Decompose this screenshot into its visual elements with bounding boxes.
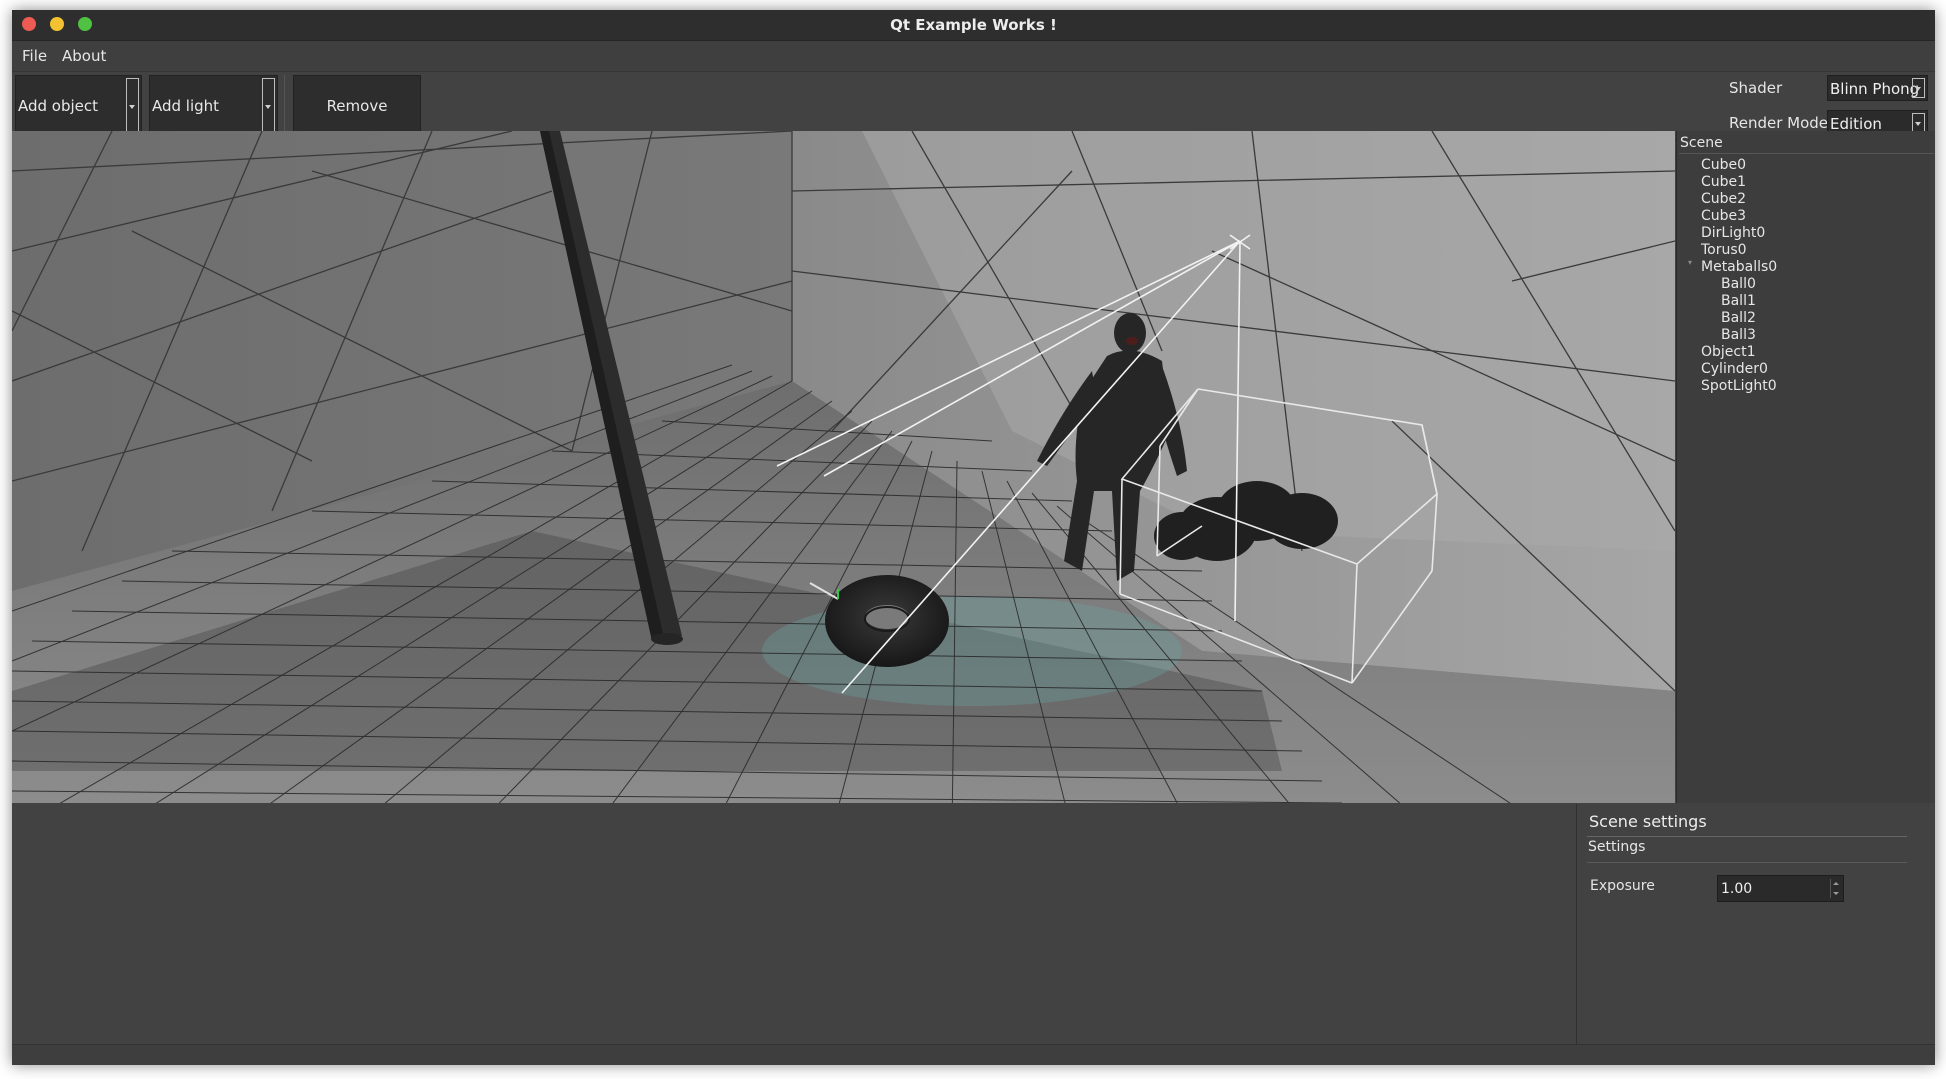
exposure-value: 1.00 [1721,881,1753,897]
settings-section-label: Settings [1588,839,1646,855]
scene-settings-panel: Scene settings Settings Exposure 1.00 [1576,804,1935,1044]
shader-dropdown-arrow-icon[interactable] [1912,78,1925,98]
scene-tree-item[interactable]: Torus0 [1701,242,1747,258]
window-title: Qt Example Works ! [890,16,1057,34]
add-light-dropdown-arrow-icon[interactable] [262,78,275,134]
app-window: Qt Example Works ! File About Add object… [12,10,1935,1065]
exposure-label: Exposure [1590,878,1655,894]
scene-tree-item[interactable]: Cube3 [1701,208,1746,224]
scene-tree-item[interactable]: Cube0 [1701,157,1746,173]
scene-tree-item[interactable]: Ball1 [1721,293,1756,309]
toolbar-separator [284,75,285,137]
3d-viewport[interactable] [12,131,1675,803]
render-mode-dropdown-arrow-icon[interactable] [1912,113,1925,133]
add-light-label: Add light [152,97,220,115]
settings-divider [1587,836,1907,837]
add-object-dropdown-arrow-icon[interactable] [126,78,139,134]
menu-file[interactable]: File [22,47,47,65]
menu-about[interactable]: About [62,47,106,65]
settings-section-divider [1587,862,1907,863]
scene-tree-item[interactable]: SpotLight0 [1701,378,1777,394]
metaballs-expand-arrow-icon[interactable]: ▾ [1688,258,1692,267]
scene-tree-item[interactable]: Cylinder0 [1701,361,1768,377]
shader-select-value: Blinn Phong [1830,80,1920,98]
exposure-spinbox[interactable]: 1.00 [1717,875,1844,902]
scene-tree-item[interactable]: Metaballs0 [1701,259,1777,275]
scene-tree-item[interactable]: Ball3 [1721,327,1756,343]
status-bar [12,1044,1935,1065]
scene-tree-header: Scene [1680,135,1723,151]
scene-tree-item[interactable]: Ball0 [1721,276,1756,292]
menu-bar: File About [12,41,1935,72]
add-object-button[interactable]: Add object [15,75,142,137]
title-bar[interactable]: Qt Example Works ! [12,10,1935,41]
render-mode-label: Render Mode [1729,114,1829,132]
bottom-panel [12,804,1575,1044]
exposure-stepper-arrows-icon[interactable] [1830,879,1841,898]
add-object-label: Add object [18,97,99,115]
scene-tree-item[interactable]: Cube2 [1701,191,1746,207]
scene-render [12,131,1675,803]
scene-tree-item[interactable]: DirLight0 [1701,225,1765,241]
add-light-button[interactable]: Add light [149,75,278,137]
scene-tree-item[interactable]: Cube1 [1701,174,1746,190]
remove-label: Remove [326,97,388,115]
scene-tree-item[interactable]: Object1 [1701,344,1756,360]
scene-header-divider [1679,153,1934,154]
shader-select[interactable]: Blinn Phong [1827,75,1928,101]
shader-label: Shader [1729,79,1783,97]
remove-button[interactable]: Remove [293,75,421,137]
scene-tree-item[interactable]: Ball2 [1721,310,1756,326]
scene-settings-title: Scene settings [1589,812,1707,831]
scene-tree-panel[interactable]: Scene ▾ Cube0 Cube1 Cube2 Cube3 DirLight0 Tor… [1676,131,1935,803]
